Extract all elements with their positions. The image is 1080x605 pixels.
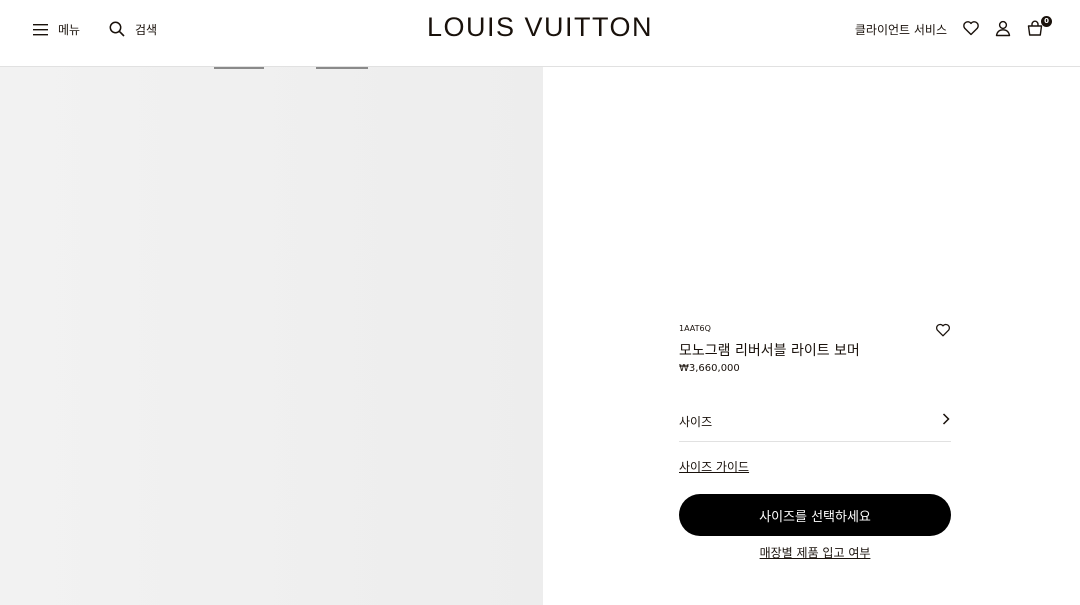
client-service-link[interactable]: 클라이언트 서비스 [855,21,947,38]
product-sku: 1AAT6Q [679,324,711,333]
image-tab-indicator[interactable] [214,67,264,69]
product-image[interactable] [0,67,543,605]
select-size-button[interactable]: 사이즈를 선택하세요 [679,494,951,536]
heart-icon[interactable] [935,322,951,338]
store-availability-link[interactable]: 매장별 제품 입고 여부 [679,544,951,561]
site-header: 메뉴 검색 LOUIS VUITTON 클라이언트 서비스 0 [0,0,1080,67]
product-price: ₩3,660,000 [679,363,740,374]
size-selector[interactable]: 사이즈 [679,406,951,442]
chevron-right-icon [942,413,950,425]
user-icon[interactable] [994,19,1012,37]
cart-count-badge: 0 [1041,16,1052,27]
size-guide-link[interactable]: 사이즈 가이드 [679,458,749,475]
heart-icon[interactable] [962,19,980,37]
product-name: 모노그램 리버서블 라이트 보머 [679,343,860,359]
image-tab-indicator[interactable] [316,67,368,69]
size-label: 사이즈 [679,415,713,429]
